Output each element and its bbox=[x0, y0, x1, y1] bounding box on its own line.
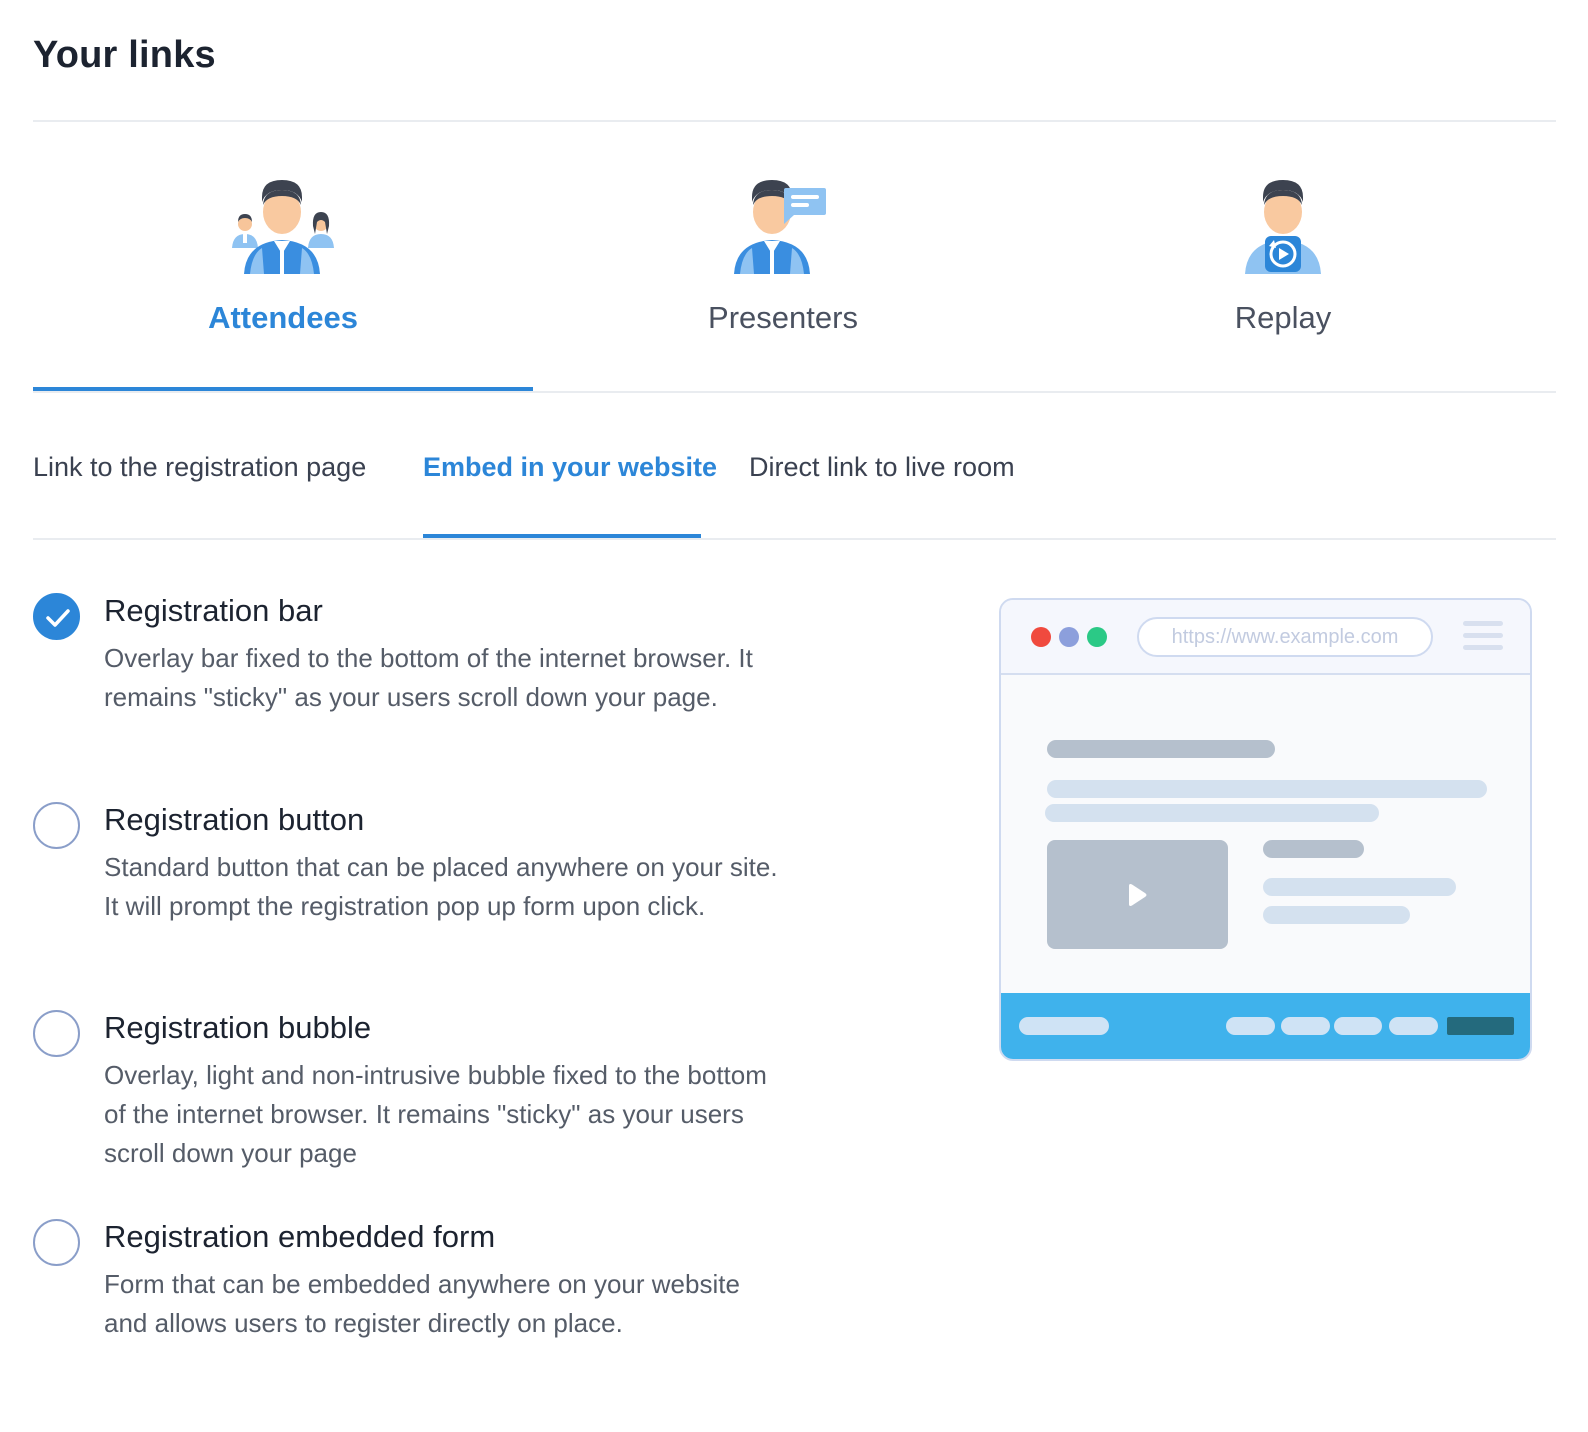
placeholder-line bbox=[1047, 780, 1487, 798]
bar-field-placeholder bbox=[1226, 1017, 1275, 1035]
option-title: Registration bar bbox=[104, 593, 323, 628]
option-title: Registration embedded form bbox=[104, 1219, 496, 1254]
subtab-registration-page[interactable]: Link to the registration page bbox=[33, 452, 366, 483]
placeholder-line bbox=[1263, 906, 1410, 924]
checkmark-icon bbox=[46, 609, 70, 627]
url-bar: https://www.example.com bbox=[1137, 617, 1433, 657]
video-placeholder bbox=[1047, 840, 1228, 949]
option-description: Standard button that can be placed anywh… bbox=[104, 852, 778, 921]
maximize-dot-icon bbox=[1087, 627, 1107, 647]
tab-label: Attendees bbox=[208, 300, 358, 335]
close-dot-icon bbox=[1031, 627, 1051, 647]
bar-cta-placeholder bbox=[1447, 1017, 1514, 1035]
bar-text-placeholder bbox=[1019, 1017, 1109, 1035]
option-description: Overlay bar fixed to the bottom of the i… bbox=[104, 643, 753, 712]
tab-attendees[interactable]: Attendees bbox=[33, 160, 533, 392]
radio-unchecked[interactable] bbox=[33, 1219, 80, 1266]
subtab-embed-website[interactable]: Embed in your website bbox=[423, 452, 717, 483]
option-title: Registration bubble bbox=[104, 1010, 372, 1045]
bar-field-placeholder bbox=[1334, 1017, 1382, 1035]
browser-preview: https://www.example.com bbox=[999, 598, 1532, 1061]
radio-unchecked[interactable] bbox=[33, 802, 80, 849]
radio-unchecked[interactable] bbox=[33, 1010, 80, 1057]
menu-icon bbox=[1463, 633, 1503, 638]
browser-toolbar: https://www.example.com bbox=[1001, 600, 1530, 675]
tab-replay[interactable]: Replay bbox=[1033, 160, 1533, 392]
bar-field-placeholder bbox=[1389, 1017, 1438, 1035]
divider bbox=[33, 120, 1556, 122]
option-description: Form that can be embedded anywhere on yo… bbox=[104, 1269, 740, 1338]
tab-label: Replay bbox=[1234, 300, 1332, 335]
attendees-icon bbox=[232, 180, 334, 274]
divider bbox=[33, 391, 1556, 393]
placeholder-line bbox=[1045, 804, 1379, 822]
menu-icon bbox=[1463, 621, 1503, 626]
placeholder-heading bbox=[1263, 840, 1364, 858]
registration-bar-preview bbox=[1001, 993, 1530, 1059]
bar-field-placeholder bbox=[1281, 1017, 1330, 1035]
menu-icon bbox=[1463, 645, 1503, 650]
tab-presenters[interactable]: Presenters bbox=[533, 160, 1033, 392]
divider bbox=[33, 538, 1556, 540]
placeholder-heading bbox=[1047, 740, 1275, 758]
play-icon bbox=[1129, 884, 1147, 906]
radio-checked[interactable] bbox=[33, 593, 80, 640]
replay-icon bbox=[1245, 180, 1321, 274]
subtab-live-room[interactable]: Direct link to live room bbox=[749, 452, 1015, 483]
option-description: Overlay, light and non-intrusive bubble … bbox=[104, 1060, 767, 1168]
page-title: Your links bbox=[33, 34, 216, 76]
placeholder-line bbox=[1263, 878, 1456, 896]
tab-label: Presenters bbox=[708, 300, 858, 335]
minimize-dot-icon bbox=[1059, 627, 1079, 647]
option-title: Registration button bbox=[104, 802, 365, 837]
presenters-icon bbox=[734, 180, 826, 274]
